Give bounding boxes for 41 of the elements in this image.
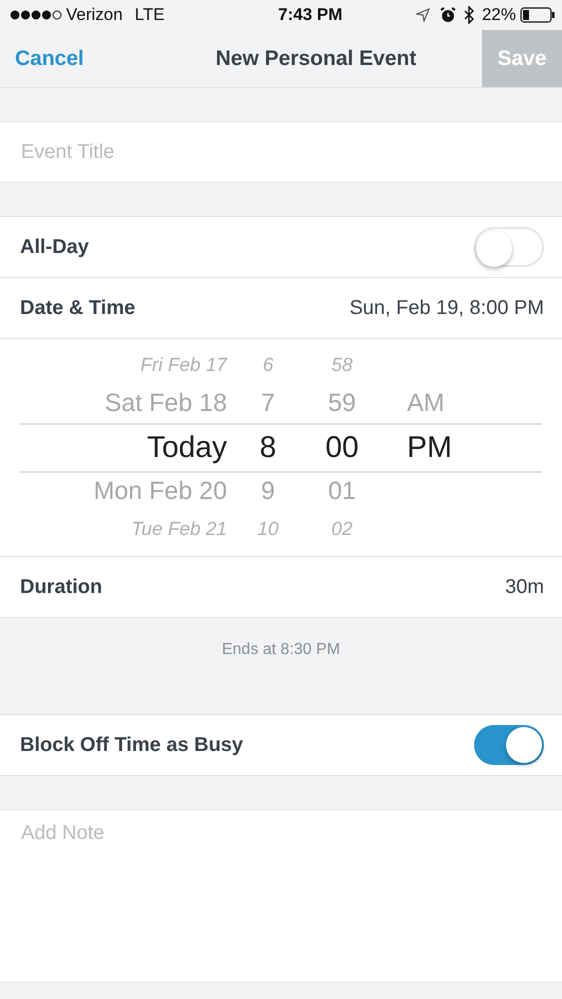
picker-hour[interactable]: 6	[227, 354, 297, 376]
all-day-label: All-Day	[20, 236, 89, 258]
toggle-switch[interactable]	[474, 227, 544, 267]
battery-icon	[520, 7, 556, 23]
picker-minute[interactable]: 01	[297, 477, 387, 506]
cancel-button[interactable]: Cancel	[0, 30, 150, 87]
signal-icon	[10, 10, 62, 20]
picker-date[interactable]: Sat Feb 18	[20, 389, 227, 418]
location-arrow-icon	[416, 8, 430, 22]
date-time-label: Date & Time	[20, 296, 136, 320]
screen-title: New Personal Event	[214, 46, 418, 72]
event-title-field[interactable]: Event Title	[0, 121, 562, 183]
picker-date[interactable]: Fri Feb 17	[20, 354, 227, 376]
date-time-row[interactable]: Date & Time Sun, Feb 19, 8:00 PM	[0, 278, 562, 339]
end-time-text: Ends at 8:30 PM	[222, 641, 340, 659]
picker-minute[interactable]: 59	[297, 389, 387, 418]
picker-date[interactable]: Tue Feb 21	[20, 518, 227, 540]
picker-hour[interactable]: 10	[227, 518, 297, 540]
picker-hour[interactable]: 9	[227, 477, 297, 506]
picker-minute[interactable]: 58	[297, 354, 387, 376]
picker-hour[interactable]: 8	[227, 430, 297, 464]
picker-minute[interactable]: 02	[297, 518, 387, 540]
clock-time: 7:43 PM	[278, 5, 342, 25]
picker-period[interactable]: PM	[387, 430, 542, 464]
picker-date[interactable]: Mon Feb 20	[20, 477, 227, 506]
toggle-switch[interactable]	[474, 725, 544, 765]
block-busy-label: Block Off Time as Busy	[20, 734, 244, 756]
picker-period[interactable]: AM	[387, 389, 542, 418]
picker-hour[interactable]: 7	[227, 389, 297, 418]
alarm-clock-icon	[440, 7, 456, 23]
carrier-name: Verizon	[66, 5, 123, 25]
battery-percent: 22%	[482, 5, 516, 25]
picker-date[interactable]: Today	[20, 430, 227, 464]
duration-value[interactable]: 30m	[505, 576, 544, 598]
bluetooth-icon	[464, 6, 474, 24]
note-field[interactable]: Add Note	[0, 809, 562, 983]
network-type: LTE	[134, 5, 165, 25]
picker-minute[interactable]: 00	[297, 430, 387, 464]
duration-label: Duration	[20, 576, 102, 598]
date-time-picker[interactable]: Fri Feb 17 6 58 Sat Feb 18 7 59 AM Today 8 00 PM Mon Feb 20 9 01 Tue Feb 21 10 02	[0, 339, 562, 556]
date-time-value: Sun, Feb 19, 8:00 PM	[349, 296, 544, 320]
